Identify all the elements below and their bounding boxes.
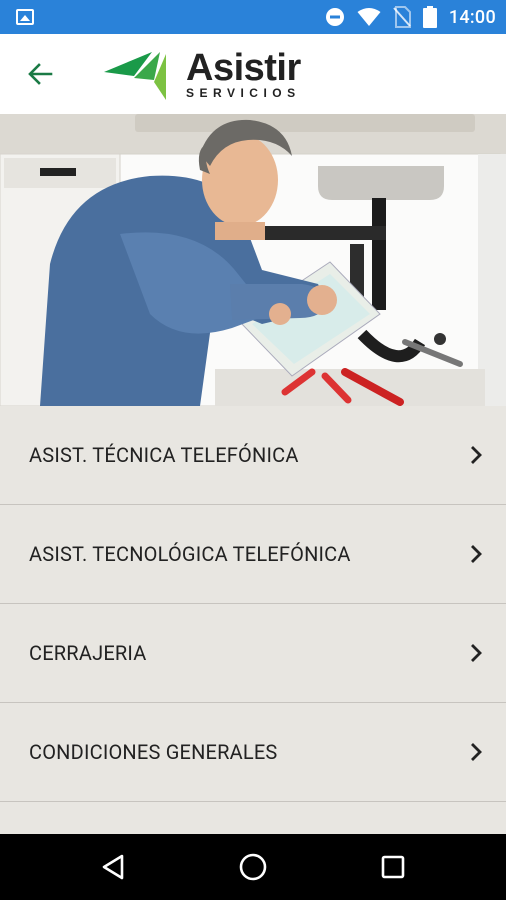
wifi-icon <box>357 8 381 26</box>
nav-recents-button[interactable] <box>376 850 410 884</box>
app-bar: Asistir SERVICIOS <box>0 34 506 114</box>
menu-item-label: CERRAJERIA <box>29 641 147 665</box>
hero-image <box>0 114 506 406</box>
menu-item-label: CONDICIONES GENERALES <box>29 740 278 764</box>
plumber-photo <box>0 114 506 406</box>
menu-item-cerrajeria[interactable]: CERRAJERIA <box>0 604 506 703</box>
home-circle-icon <box>239 853 267 881</box>
no-sim-icon <box>393 6 411 28</box>
menu-item-label: ASIST. TÉCNICA TELEFÓNICA <box>29 443 299 467</box>
menu-item-condiciones-generales[interactable]: CONDICIONES GENERALES <box>0 703 506 802</box>
service-menu: ASIST. TÉCNICA TELEFÓNICA ASIST. TECNOLÓ… <box>0 406 506 842</box>
nav-home-button[interactable] <box>236 850 270 884</box>
menu-item-asist-tecnologica[interactable]: ASIST. TECNOLÓGICA TELEFÓNICA <box>0 505 506 604</box>
logo-title: Asistir <box>186 47 301 89</box>
asistir-logo: Asistir SERVICIOS <box>104 46 324 104</box>
status-time: 14:00 <box>448 6 496 28</box>
do-not-disturb-icon <box>325 8 344 26</box>
menu-item-label: ASIST. TECNOLÓGICA TELEFÓNICA <box>29 542 351 566</box>
arrow-back-icon <box>28 63 53 85</box>
back-button[interactable] <box>22 56 58 92</box>
back-triangle-icon <box>102 854 124 880</box>
status-bar: 14:00 <box>0 0 506 34</box>
chevron-right-icon <box>471 446 482 464</box>
image-icon <box>16 9 34 25</box>
logo-subtitle: SERVICIOS <box>186 86 301 100</box>
chevron-right-icon <box>471 644 482 662</box>
battery-icon <box>422 6 437 28</box>
recents-square-icon <box>381 855 405 879</box>
system-nav-bar <box>0 834 506 900</box>
logo-mark-icon <box>104 52 166 100</box>
chevron-right-icon <box>471 743 482 761</box>
nav-back-button[interactable] <box>96 850 130 884</box>
status-icons: 14:00 <box>325 0 496 34</box>
chevron-right-icon <box>471 545 482 563</box>
menu-item-asist-tecnica[interactable]: ASIST. TÉCNICA TELEFÓNICA <box>0 406 506 505</box>
